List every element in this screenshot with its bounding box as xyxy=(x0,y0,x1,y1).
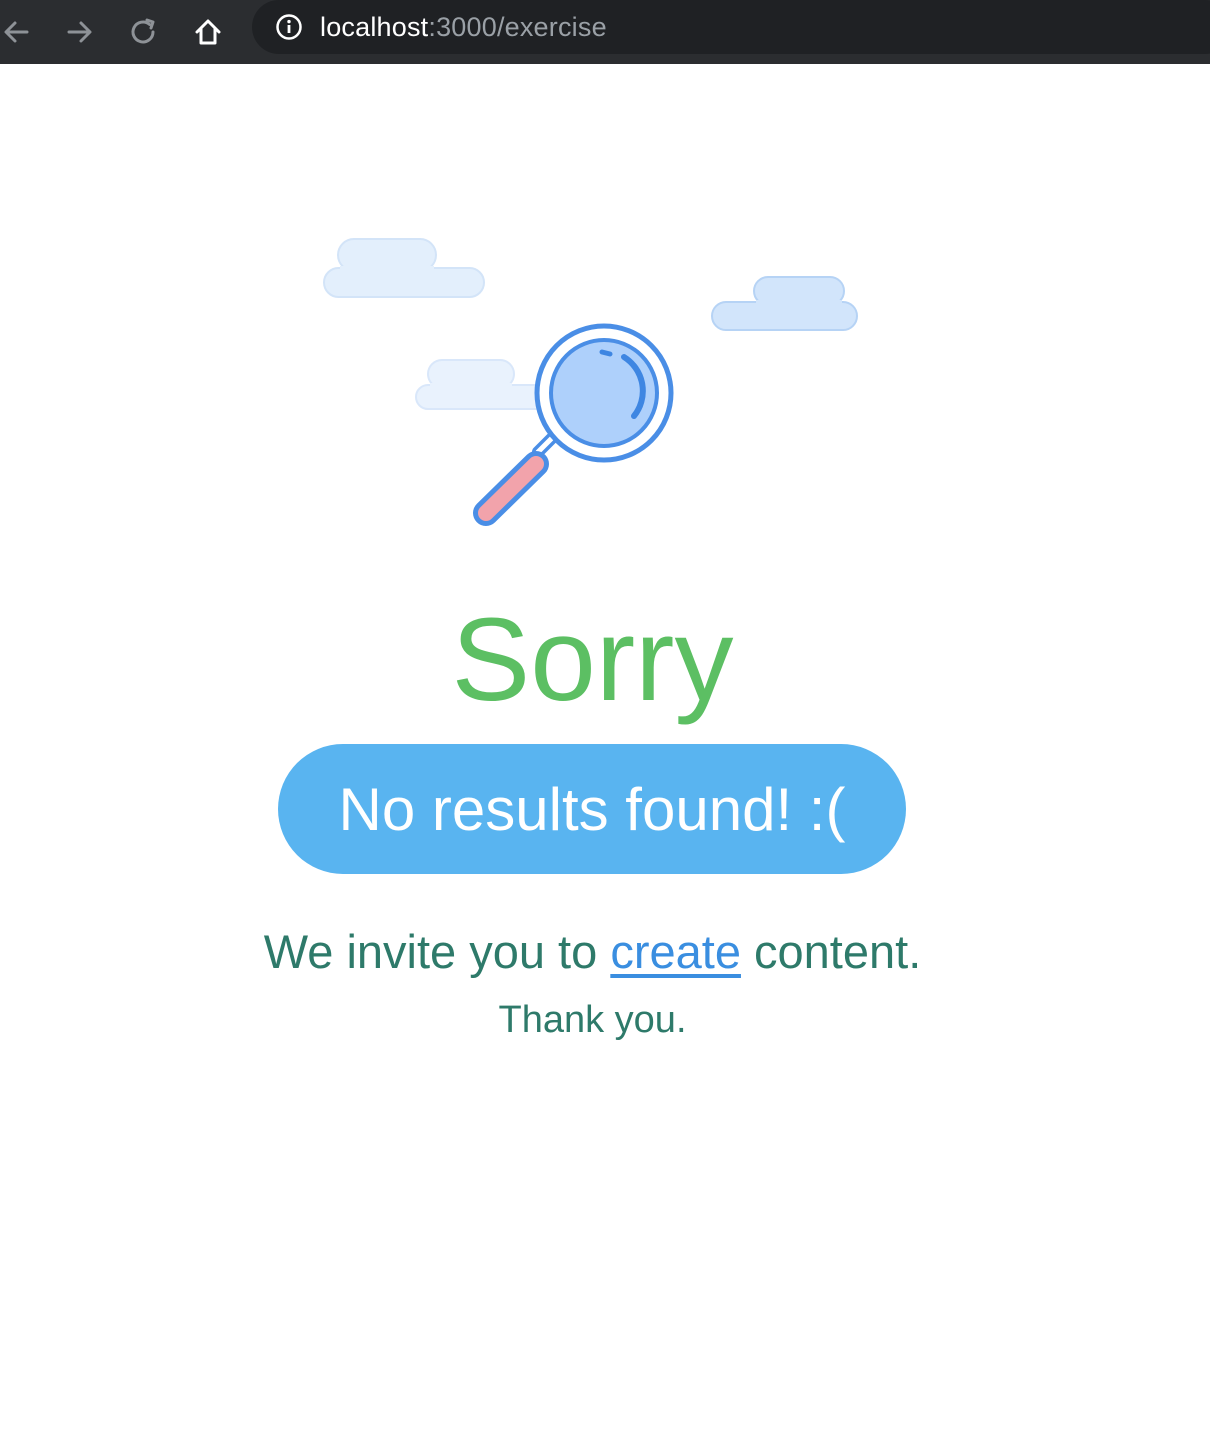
url-text[interactable]: localhost:3000/exercise xyxy=(320,12,607,43)
no-results-message: No results found! :( xyxy=(338,775,846,843)
magnifier-lens xyxy=(534,323,674,463)
info-icon[interactable] xyxy=(274,12,304,42)
address-bar[interactable]: localhost:3000/exercise xyxy=(252,0,1210,54)
reload-button[interactable] xyxy=(122,10,166,54)
arrow-left-icon xyxy=(4,21,29,43)
magnifier-handle xyxy=(473,426,564,526)
cloud-icon xyxy=(323,238,485,298)
home-button[interactable] xyxy=(186,10,230,54)
back-button[interactable] xyxy=(0,10,38,54)
arrow-right-icon xyxy=(67,21,92,43)
no-results-banner: No results found! :( xyxy=(278,744,906,874)
browser-toolbar: localhost:3000/exercise xyxy=(0,0,1210,64)
page-title: Sorry xyxy=(451,594,734,726)
url-path: :3000/exercise xyxy=(428,11,607,42)
invite-after: content. xyxy=(740,925,922,978)
home-icon xyxy=(195,19,221,45)
magnifying-glass-illustration xyxy=(323,238,858,526)
forward-button[interactable] xyxy=(58,10,102,54)
reload-icon xyxy=(131,18,155,44)
thank-you-text: Thank you. xyxy=(498,999,687,1041)
cloud-icon xyxy=(711,276,858,331)
invite-before: We invite you to xyxy=(263,925,611,978)
url-host: localhost xyxy=(320,11,429,42)
invite-text: We invite you to create content. xyxy=(0,922,1185,982)
create-link[interactable]: create xyxy=(610,925,741,978)
cloud-icon xyxy=(415,359,557,410)
